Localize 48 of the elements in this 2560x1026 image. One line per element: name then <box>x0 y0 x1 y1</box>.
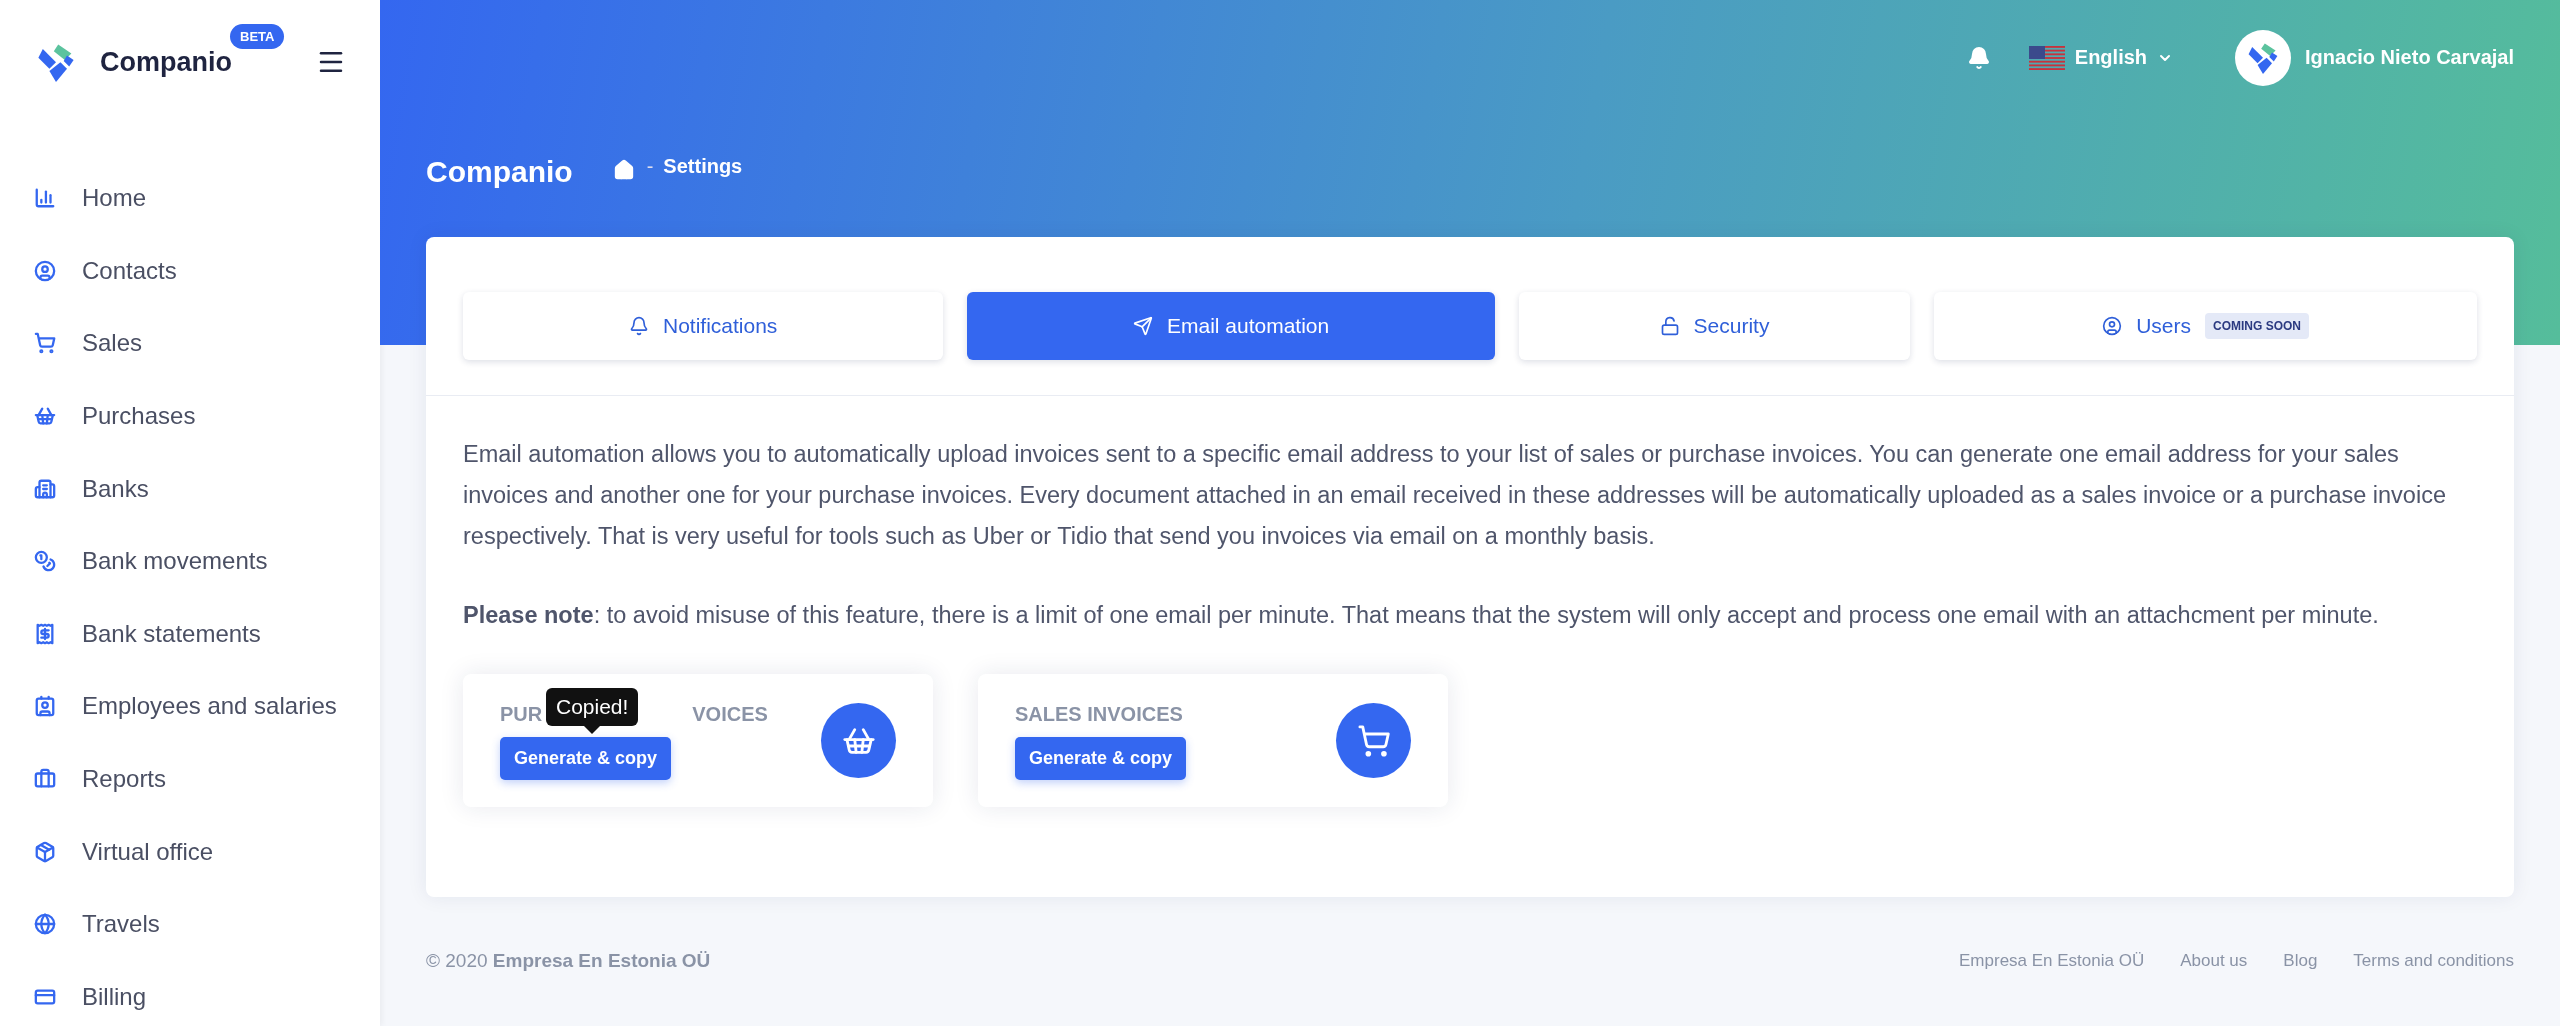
brand-name: Companio <box>100 46 232 78</box>
card-title: PUR <box>500 702 543 726</box>
card-title: SALES INVOICES <box>1015 702 1183 726</box>
bell-icon[interactable] <box>1966 45 1991 70</box>
lock-icon <box>1659 316 1680 336</box>
user-icon <box>34 259 56 282</box>
coming-soon-badge: COMING SOON <box>2205 313 2310 339</box>
description: Email automation allows you to automatically upload invoices sent to a specific email address to your list of sales or purchase invoices. You can generate one email address for your sales invoices and another one for your purchase invoices. Every document attached in an email received in these addresses will be automatically uploaded as a sales invoice or a purchase invoice respectively. That is very useful for tools such as Uber or Tidio that send you invoices via email on a monthly basis. <box>463 440 2447 551</box>
nav-item[interactable]: Contacts <box>34 234 380 308</box>
nav-item[interactable]: Purchases <box>34 379 380 453</box>
nav-item[interactable]: Billing <box>34 960 380 1026</box>
globe-icon <box>34 913 56 936</box>
user-icon <box>2102 316 2123 336</box>
generate-copy-button[interactable]: Generate & copy <box>500 737 672 780</box>
cart-icon <box>34 332 56 355</box>
breadcrumb-separator: - <box>646 155 654 179</box>
nav-item[interactable]: Sales <box>34 307 380 380</box>
nav-item[interactable]: Employees and salaries <box>34 670 380 743</box>
beta-badge: BETA <box>230 23 285 49</box>
building-icon <box>34 477 56 500</box>
receipt-icon <box>34 622 56 645</box>
user-name: Ignacio Nieto Carvajal <box>2305 46 2514 70</box>
nav-item[interactable]: Reports <box>34 742 380 816</box>
nav-item[interactable]: Travels <box>34 887 380 961</box>
flag-icon <box>2028 45 2065 70</box>
generate-copy-button[interactable]: Generate & copy <box>1015 737 1187 780</box>
tab[interactable]: Security <box>1518 292 1911 360</box>
send-icon <box>1132 316 1153 336</box>
bell-icon <box>629 316 649 336</box>
copyright: © 2020 Empresa En Estonia OÜ <box>426 950 711 973</box>
nav-item[interactable]: Bank movements <box>34 524 380 598</box>
bar-chart-icon <box>34 187 56 210</box>
id-card-icon <box>34 695 56 718</box>
home-icon[interactable] <box>612 159 635 182</box>
card-title: VOICES <box>692 702 768 726</box>
tab[interactable]: Email automation <box>967 292 1495 360</box>
nav-item[interactable]: Bank statements <box>34 597 380 671</box>
nav-item[interactable]: Home <box>34 162 380 235</box>
tab[interactable]: Users COMING SOON <box>1934 292 2477 360</box>
package-icon <box>34 840 56 863</box>
nav-item[interactable]: Banks <box>34 452 380 525</box>
breadcrumb-item[interactable]: Settings <box>663 155 743 179</box>
tab[interactable]: Notifications <box>463 292 944 360</box>
tooltip: Copied! <box>546 688 639 734</box>
note: Please note: to avoid misuse of this feature, there is a limit of one email per minute. That means that the system will only accept and process one email with an attachcment per minute. <box>463 601 2380 630</box>
nav-item[interactable]: Virtual office <box>34 815 380 888</box>
page-title: Companio <box>426 155 573 190</box>
coins-icon <box>34 550 56 573</box>
